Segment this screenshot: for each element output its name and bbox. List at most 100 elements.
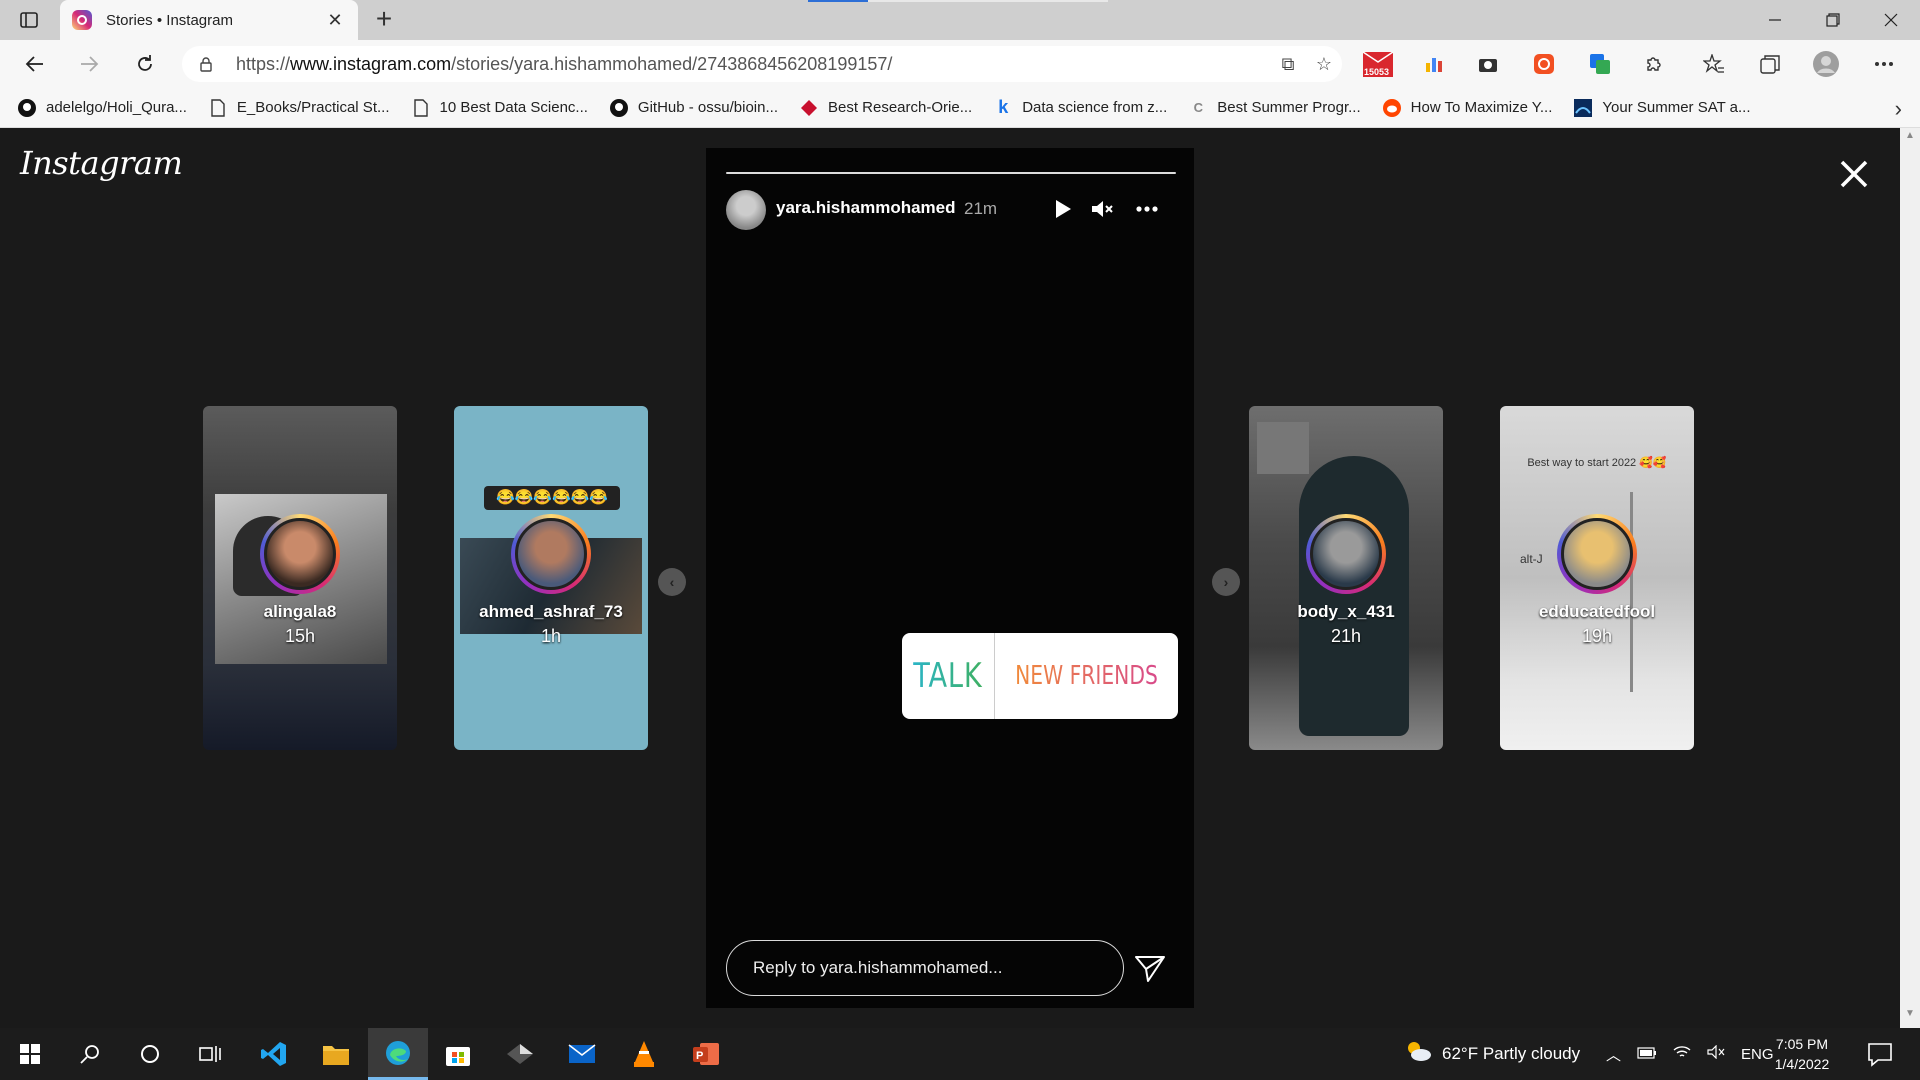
url-host: www.instagram.com — [290, 53, 452, 74]
reddit-icon — [1382, 98, 1401, 117]
instagram-favicon-icon — [72, 10, 92, 30]
close-window-button[interactable] — [1862, 0, 1920, 40]
tab-close-icon[interactable]: ✕ — [324, 10, 346, 31]
bookmark-item[interactable]: Best Research-Orie... — [800, 99, 972, 117]
lock-icon[interactable] — [198, 56, 214, 72]
loading-indicator — [808, 0, 1108, 2]
refresh-icon[interactable] — [128, 48, 162, 80]
bookmark-item[interactable]: C Best Summer Progr... — [1189, 99, 1361, 117]
minimize-button[interactable] — [1746, 0, 1804, 40]
story-time: 19h — [1581, 626, 1613, 646]
instagram-logo[interactable]: Instagram — [20, 144, 183, 182]
previous-story-chevron-icon[interactable]: ‹ — [658, 568, 686, 596]
edge-browser-icon[interactable] — [368, 1028, 428, 1080]
close-stories-icon[interactable] — [1836, 156, 1872, 192]
story-time: 21h — [1330, 626, 1362, 646]
wifi-icon[interactable] — [1673, 1045, 1691, 1063]
play-icon[interactable] — [1050, 196, 1076, 222]
file-explorer-icon[interactable] — [306, 1028, 366, 1080]
puzzle-extensions-icon[interactable] — [1640, 50, 1668, 78]
bookmark-label: Your Summer SAT a... — [1602, 99, 1751, 116]
tray-chevron-up-icon[interactable]: ︿ — [1606, 1044, 1621, 1065]
task-view-icon[interactable] — [180, 1028, 240, 1080]
story-progress-bar — [726, 172, 1176, 174]
avatar[interactable] — [726, 190, 766, 230]
mute-speaker-icon[interactable] — [1090, 196, 1116, 222]
window-controls — [1746, 0, 1920, 40]
restore-button[interactable] — [1804, 0, 1862, 40]
send-icon[interactable] — [1134, 954, 1166, 984]
bookmark-label: 10 Best Data Scienc... — [439, 99, 588, 116]
microsoft-store-icon[interactable] — [428, 1028, 488, 1080]
volume-muted-icon[interactable] — [1707, 1044, 1725, 1063]
battery-icon[interactable] — [1637, 1046, 1657, 1063]
story-username: body_x_431 — [1297, 602, 1395, 621]
new-tab-button[interactable]: + — [368, 4, 400, 36]
collections-icon[interactable] — [1756, 50, 1784, 78]
add-favorite-star-icon[interactable]: ☆ — [1306, 54, 1342, 75]
story-preview-body-x-431[interactable]: body_x_431 21h — [1249, 406, 1443, 750]
mail-app-icon[interactable] — [552, 1028, 612, 1080]
bookmark-item[interactable]: adelelgo/Holi_Qura... — [18, 98, 187, 117]
github-icon — [609, 98, 628, 117]
emoji-strip: 😂😂😂😂😂😂 — [484, 486, 620, 510]
scroll-up-arrow-icon[interactable]: ▲ — [1900, 130, 1920, 148]
bookmark-label: Best Summer Progr... — [1217, 99, 1361, 116]
profile-avatar-icon[interactable] — [1812, 50, 1840, 78]
browser-tab-bar: Stories • Instagram ✕ + — [0, 0, 1920, 40]
clock-date: 1/4/2022 — [1774, 1056, 1830, 1072]
next-story-chevron-icon[interactable]: › — [1212, 568, 1240, 596]
bookmark-item[interactable]: 10 Best Data Scienc... — [412, 98, 588, 117]
powerpoint-icon[interactable]: P — [676, 1028, 736, 1080]
tab-instagram-stories[interactable]: Stories • Instagram ✕ — [60, 0, 358, 40]
bookmark-item[interactable]: E_Books/Practical St... — [209, 98, 390, 117]
bookmarks-bar: adelelgo/Holi_Qura... E_Books/Practical … — [0, 88, 1920, 128]
translate-extension-icon[interactable] — [1586, 50, 1614, 78]
mail-extension-icon[interactable]: 15053 — [1360, 50, 1396, 78]
reply-input[interactable]: Reply to yara.hishammohamed... — [726, 940, 1124, 996]
bookmark-item[interactable]: GitHub - ossu/bioin... — [609, 98, 778, 117]
page-icon — [412, 98, 430, 117]
bookmarks-overflow-chevron-icon[interactable]: › — [1895, 96, 1902, 122]
story-preview-ahmed-ashraf-73[interactable]: 😂😂😂😂😂😂 ahmed_ashraf_73 1h — [454, 406, 648, 750]
notifications-icon[interactable] — [1866, 1040, 1894, 1068]
forward-arrow-icon[interactable] — [72, 48, 106, 80]
app-diamond-icon[interactable] — [490, 1028, 550, 1080]
search-icon[interactable] — [60, 1028, 120, 1080]
tab-actions-menu-icon[interactable] — [14, 8, 44, 32]
bookmark-item[interactable]: Your Summer SAT a... — [1574, 98, 1751, 117]
bookmark-label: Best Research-Orie... — [827, 99, 973, 116]
bookmark-item[interactable]: k Data science from z... — [994, 97, 1168, 117]
partly-cloudy-icon — [1404, 1040, 1432, 1068]
story-username: edducatedfool — [1538, 602, 1656, 621]
address-bar[interactable]: https://www.instagram.com/stories/yara.h… — [182, 46, 1342, 82]
story-author-username[interactable]: yara.hishammohamed — [776, 198, 956, 218]
browser-nav-bar: https://www.instagram.com/stories/yara.h… — [0, 40, 1920, 88]
back-arrow-icon[interactable] — [18, 48, 52, 80]
weather-widget[interactable]: 62°F Partly cloudy — [1404, 1028, 1580, 1080]
story-preview-edducatedfool[interactable]: Best way to start 2022 🥰🥰 alt-J edducate… — [1500, 406, 1694, 750]
bar-chart-extension-icon[interactable] — [1420, 50, 1448, 78]
active-story-viewer[interactable]: yara.hishammohamed 21m TALK NEW FRIENDS … — [706, 148, 1194, 1008]
bookmark-item[interactable]: How To Maximize Y... — [1382, 98, 1552, 117]
windows-start-icon[interactable] — [0, 1028, 60, 1080]
vscode-icon[interactable] — [244, 1028, 304, 1080]
c-icon: C — [1193, 100, 1203, 115]
record-extension-icon[interactable] — [1530, 50, 1558, 78]
open-in-app-icon[interactable]: ⧉ — [1270, 54, 1306, 75]
url-text[interactable]: https://www.instagram.com/stories/yara.h… — [236, 54, 1270, 75]
favorites-icon[interactable] — [1700, 50, 1728, 78]
avatar — [1306, 514, 1386, 594]
bookmark-label: Data science from z... — [1022, 99, 1168, 116]
bookmark-label: GitHub - ossu/bioin... — [637, 99, 778, 116]
cortana-circle-icon[interactable] — [120, 1028, 180, 1080]
more-options-icon[interactable] — [1134, 196, 1160, 222]
camera-extension-icon[interactable] — [1474, 50, 1502, 78]
system-clock[interactable]: 7:05 PM 1/4/2022 — [1760, 1034, 1844, 1074]
sticker-divider — [993, 633, 996, 719]
page-scrollbar[interactable]: ▲ ▼ — [1900, 128, 1920, 1028]
vlc-icon[interactable] — [614, 1028, 674, 1080]
scroll-down-arrow-icon[interactable]: ▼ — [1900, 1008, 1920, 1026]
settings-more-icon[interactable] — [1870, 50, 1898, 78]
story-preview-alingala8[interactable]: alingala8 15h — [203, 406, 397, 750]
